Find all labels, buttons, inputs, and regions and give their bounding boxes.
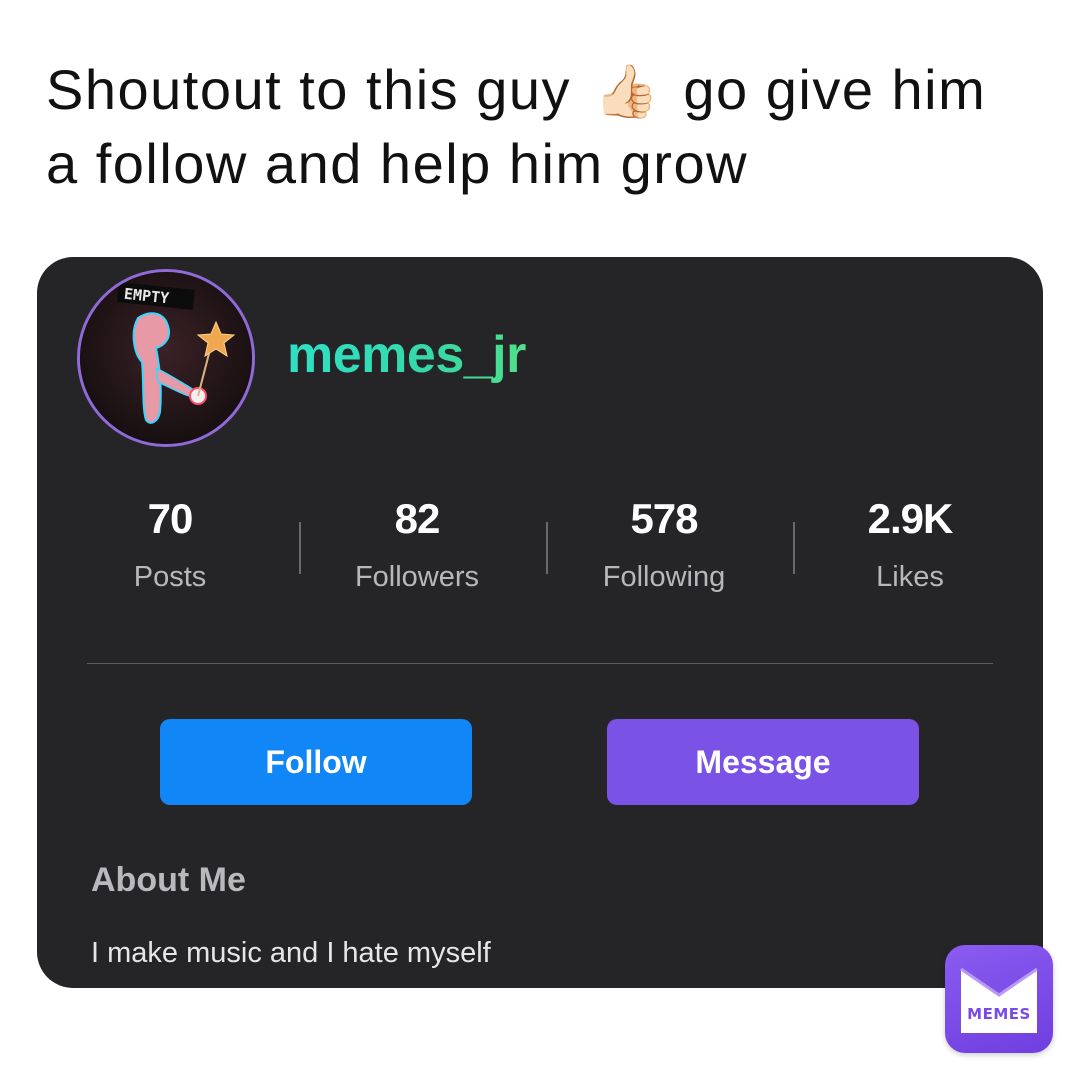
stat-label: Following xyxy=(602,561,726,593)
caption: Shoutout to this guy 👍🏻 go give him a fo… xyxy=(46,54,1006,200)
caption-text-start: Shoutout to this guy xyxy=(46,58,572,121)
stat-value: 82 xyxy=(394,495,441,542)
envelope-icon xyxy=(960,967,1038,1033)
stat-value: 70 xyxy=(147,495,194,542)
stat-value: 578 xyxy=(630,495,698,542)
about-text: I make music and I hate myself xyxy=(91,937,491,969)
stat-label: Likes xyxy=(876,561,944,593)
meme-page: Shoutout to this guy 👍🏻 go give him a fo… xyxy=(0,0,1080,1080)
stat-value: 2.9K xyxy=(867,495,954,542)
watermark-label: MEMES xyxy=(967,1005,1031,1023)
stat-label: Followers xyxy=(354,561,480,593)
profile-card: EMPTY memes_jr 70 Posts 82 Followers 578… xyxy=(37,257,1043,988)
follow-button[interactable]: Follow xyxy=(160,719,472,805)
stat-likes[interactable]: 2.9K Likes xyxy=(787,489,1033,594)
memes-watermark-badge: MEMES xyxy=(945,945,1053,1053)
stat-following[interactable]: 578 Following xyxy=(541,489,787,594)
stat-followers[interactable]: 82 Followers xyxy=(294,489,540,594)
message-button[interactable]: Message xyxy=(607,719,919,805)
stat-posts[interactable]: 70 Posts xyxy=(47,489,293,594)
avatar-image: EMPTY xyxy=(80,272,252,444)
thumbs-up-icon: 👍🏻 xyxy=(594,62,661,122)
username[interactable]: memes_jr xyxy=(287,325,526,385)
avatar[interactable]: EMPTY xyxy=(77,269,255,447)
about-title: About Me xyxy=(91,861,246,899)
profile-stats: 70 Posts 82 Followers 578 Following 2.9K… xyxy=(37,489,1043,619)
section-divider xyxy=(87,663,993,664)
stat-label: Posts xyxy=(133,561,207,593)
badge-inner: MEMES xyxy=(955,955,1043,1043)
